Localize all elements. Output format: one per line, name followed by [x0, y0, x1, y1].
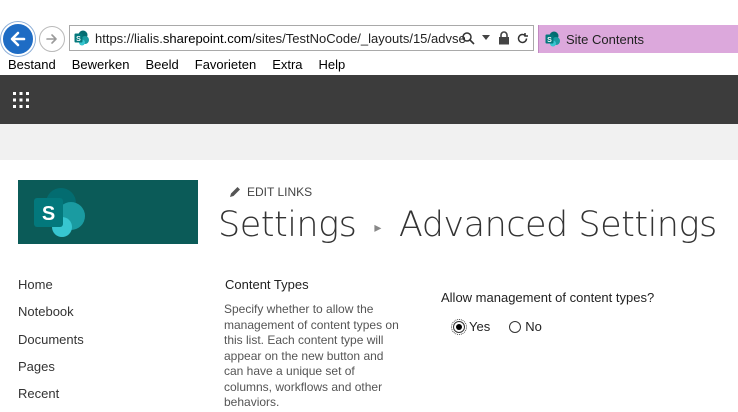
radio-yes-label: Yes — [469, 319, 491, 334]
quick-launch: Home Notebook Documents Pages Recent — [18, 276, 84, 412]
breadcrumb-settings[interactable]: Settings — [218, 205, 357, 245]
menu-bestand[interactable]: Bestand — [0, 56, 64, 74]
radio-yes[interactable]: Yes — [451, 318, 491, 335]
pencil-icon — [230, 187, 240, 197]
nav-item-home[interactable]: Home — [18, 276, 84, 303]
nav-item-notebook[interactable]: Notebook — [18, 303, 84, 330]
radio-no-label: No — [525, 319, 542, 334]
section-description: Specify whether to allow the management … — [224, 302, 399, 409]
content-types-radio-group: Yes No — [451, 318, 542, 335]
sharepoint-favicon-icon: S — [545, 31, 560, 47]
page-title: Settings ▸ Advanced Settings — [218, 205, 717, 245]
nav-item-documents[interactable]: Documents — [18, 331, 84, 358]
arrow-left-icon — [10, 31, 26, 47]
menu-extra[interactable]: Extra — [264, 56, 310, 74]
address-bar[interactable]: S https://lialis.sharepoint.com/sites/Te… — [69, 25, 534, 51]
refresh-icon[interactable] — [515, 29, 529, 47]
site-logo[interactable]: S — [18, 180, 198, 244]
sharepoint-favicon-icon: S — [74, 30, 89, 46]
forward-button[interactable] — [39, 26, 65, 52]
arrow-right-icon — [46, 34, 57, 44]
radio-no-control[interactable] — [509, 320, 522, 333]
breadcrumb-separator-icon: ▸ — [374, 220, 381, 236]
sharepoint-logo-icon: S — [34, 188, 85, 237]
menu-help[interactable]: Help — [311, 56, 354, 74]
radio-no[interactable]: No — [509, 319, 542, 334]
app-launcher-icon[interactable] — [13, 92, 29, 108]
nav-item-recent[interactable]: Recent — [18, 385, 84, 412]
suite-bar — [0, 75, 738, 124]
lock-icon[interactable] — [497, 29, 511, 47]
back-button[interactable] — [1, 22, 35, 56]
menu-favorieten[interactable]: Favorieten — [187, 56, 264, 74]
radio-yes-control[interactable] — [451, 318, 467, 335]
section-title: Content Types — [225, 277, 309, 292]
edit-links-button[interactable]: EDIT LINKS — [229, 185, 312, 199]
browser-address-row: S https://lialis.sharepoint.com/sites/Te… — [0, 22, 738, 56]
browser-tab[interactable]: S Site Contents — [538, 25, 738, 53]
svg-text:S: S — [76, 36, 81, 43]
content-types-question: Allow management of content types? — [441, 290, 655, 305]
tab-title: Site Contents — [566, 32, 645, 47]
ribbon-bar — [0, 124, 738, 160]
svg-text:S: S — [547, 37, 552, 44]
menu-beeld[interactable]: Beeld — [138, 56, 187, 74]
svg-text:S: S — [42, 203, 55, 225]
nav-item-pages[interactable]: Pages — [18, 358, 84, 385]
chevron-down-icon[interactable] — [479, 29, 493, 47]
search-icon[interactable] — [461, 29, 475, 47]
url-text: https://lialis.sharepoint.com/sites/Test… — [95, 31, 465, 46]
menu-bewerken[interactable]: Bewerken — [64, 56, 138, 74]
edit-links-label: EDIT LINKS — [247, 185, 313, 199]
browser-menubar: Bestand Bewerken Beeld Favorieten Extra … — [0, 56, 738, 74]
breadcrumb-current: Advanced Settings — [398, 205, 717, 245]
